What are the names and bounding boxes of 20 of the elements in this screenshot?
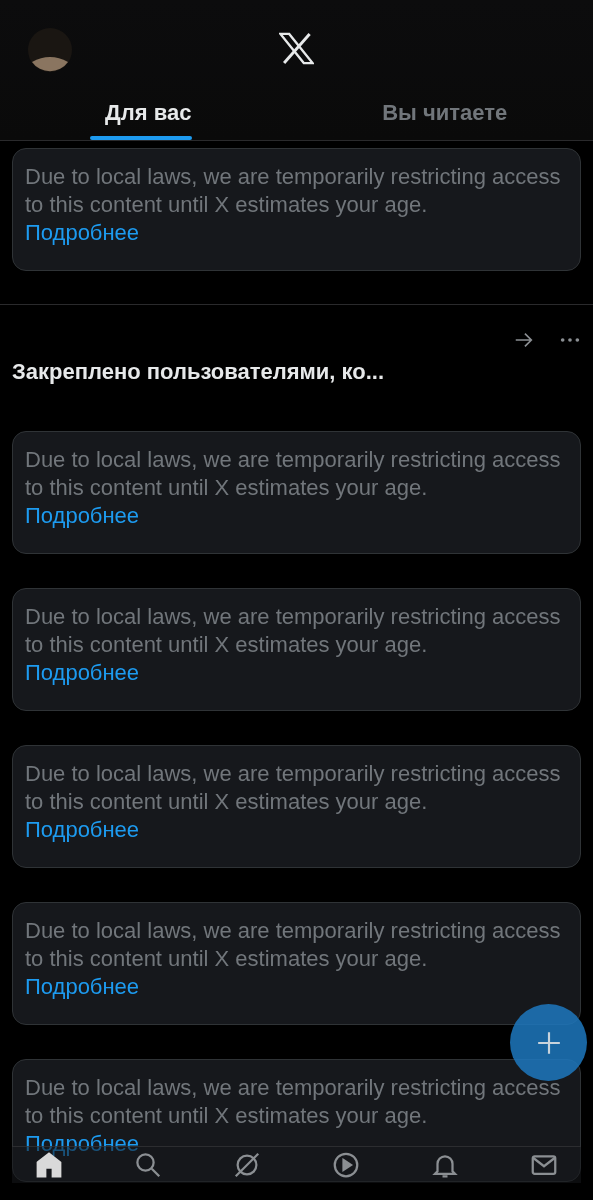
feed-tab[interactable]: Для вас	[0, 100, 297, 140]
learn-more-link[interactable]: Подробнее	[25, 973, 140, 1001]
learn-more-link[interactable]: Подробнее	[25, 659, 140, 687]
feed-tab[interactable]: Вы читаете	[296, 100, 593, 140]
learn-more-link[interactable]: Подробнее	[25, 816, 140, 844]
restriction-notice: Due to local laws, we are temporarily restricting access to this content until X estimates your age.	[25, 1074, 562, 1130]
learn-more-link[interactable]: Подробнее	[25, 1130, 140, 1158]
play-icon	[331, 1150, 361, 1180]
avatar[interactable]	[28, 28, 72, 72]
learn-more-link[interactable]: Подробнее	[25, 219, 140, 247]
restriction-notice: Due to local laws, we are temporarily restricting access to this content until X estimates your age.	[25, 760, 562, 816]
plus-icon	[535, 1029, 562, 1056]
restriction-notice: Due to local laws, we are temporarily restricting access to this content until X estimates your age.	[25, 603, 562, 659]
learn-more-link[interactable]: Подробнее	[25, 502, 140, 530]
x-logo	[279, 32, 314, 65]
restriction-notice: Due to local laws, we are temporarily restricting access to this content until X estimates your age.	[25, 917, 562, 973]
section-title: Закреплено пользователями, ко...	[12, 359, 386, 385]
restriction-notice: Due to local laws, we are temporarily restricting access to this content until X estimates your age.	[25, 163, 562, 219]
slashed-circle-icon	[232, 1150, 262, 1180]
restriction-notice: Due to local laws, we are temporarily restricting access to this content until X estimates your age.	[25, 446, 562, 502]
